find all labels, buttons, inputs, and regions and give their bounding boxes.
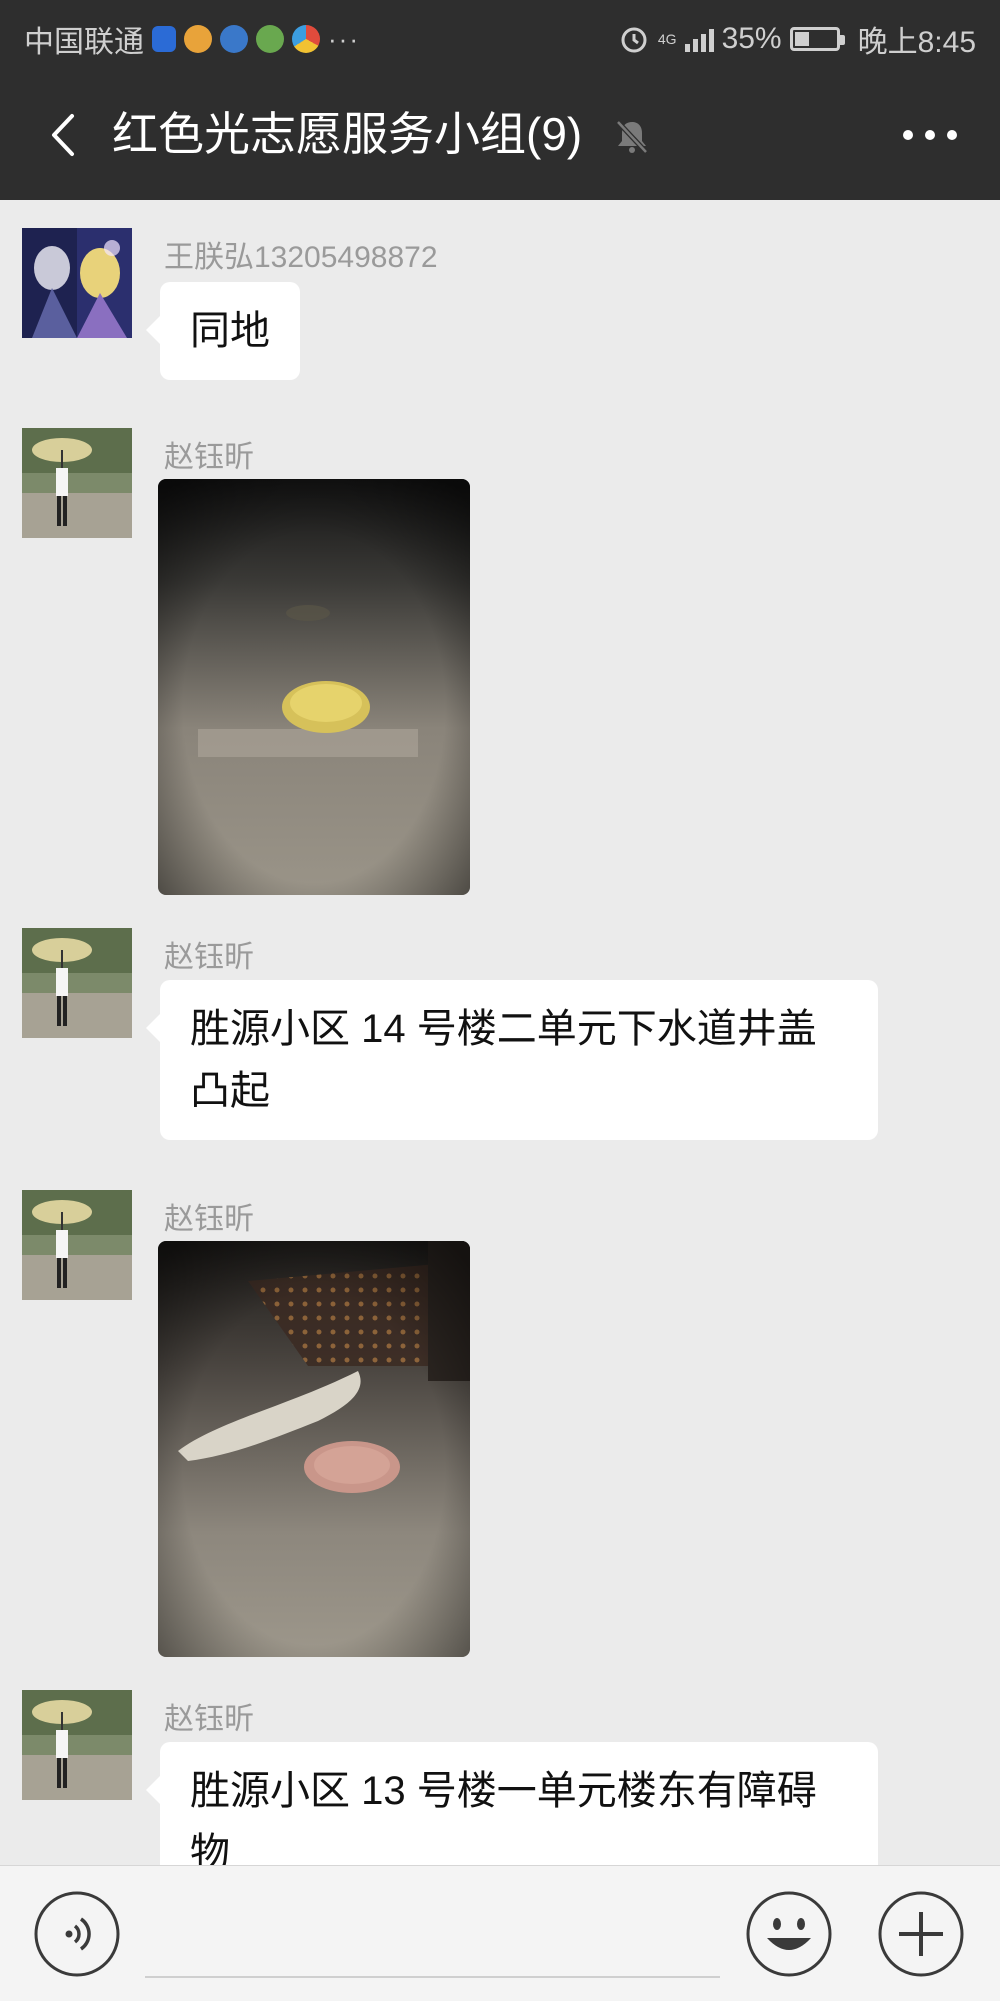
sender-name: 王朕弘13205498872 xyxy=(164,241,438,274)
text-message-bubble[interactable]: 胜源小区 14 号楼二单元下水道井盖凸起 xyxy=(146,980,878,1140)
avatar-umbrella-image xyxy=(22,928,132,1038)
avatar[interactable] xyxy=(22,228,132,338)
green-app-icon xyxy=(256,25,284,53)
chat-input-bar xyxy=(0,1865,1000,2001)
avatar[interactable] xyxy=(22,1690,132,1800)
battery-percent-label: 35% xyxy=(721,22,782,55)
sender-name: 赵钰昕 xyxy=(164,941,254,974)
chat-header: 红色光志愿服务小组(9) xyxy=(0,70,1000,200)
emoji-icon[interactable] xyxy=(745,1890,833,1978)
more-dots-icon[interactable] xyxy=(900,120,960,150)
chat-title: 红色光志愿服务小组(9) xyxy=(112,108,583,160)
avatar-umbrella-image xyxy=(22,1190,132,1300)
status-bar: 中国联通 ··· 4G 35% 晚上8:45 xyxy=(0,0,1000,70)
text-message-bubble[interactable]: 同地 xyxy=(146,282,300,380)
security-shield-icon xyxy=(152,26,176,52)
headset-app-icon xyxy=(220,25,248,53)
avatar[interactable] xyxy=(22,928,132,1038)
message-list: 王朕弘13205498872 同地 赵钰昕 赵钰昕 胜源小区 14 号楼二单元下… xyxy=(0,200,1000,1865)
image-message[interactable] xyxy=(158,1241,470,1657)
clock-label: 晚上8:45 xyxy=(857,26,976,59)
more-notifications-label: ··· xyxy=(328,23,360,54)
avatar[interactable] xyxy=(22,1190,132,1300)
battery-fill xyxy=(794,32,809,46)
battery-icon xyxy=(789,27,845,51)
avatar-umbrella-image xyxy=(22,428,132,538)
avatar[interactable] xyxy=(22,428,132,538)
carrier-label: 中国联通 xyxy=(24,26,144,59)
text-message-bubble[interactable]: 胜源小区 13 号楼一单元楼东有障碍物 xyxy=(146,1742,878,1865)
bell-muted-icon xyxy=(616,120,648,154)
sender-name: 赵钰昕 xyxy=(164,1203,254,1236)
sender-name: 赵钰昕 xyxy=(164,441,254,474)
signal-strength-icon xyxy=(684,26,714,52)
avatar-anime-image xyxy=(22,228,132,338)
obstacle-photo xyxy=(158,1241,470,1657)
sender-name: 赵钰昕 xyxy=(164,1703,254,1736)
manhole-photo xyxy=(158,479,470,895)
plus-icon[interactable] xyxy=(877,1890,965,1978)
network-type-label: 4G xyxy=(657,31,677,47)
alarm-icon xyxy=(621,27,647,53)
image-message[interactable] xyxy=(158,479,470,895)
voice-icon[interactable] xyxy=(33,1890,121,1978)
chevron-left-icon[interactable] xyxy=(40,110,90,160)
browser-app-icon xyxy=(292,25,320,53)
mail-app-icon xyxy=(184,25,212,53)
message-input[interactable] xyxy=(145,1976,720,1978)
avatar-umbrella-image xyxy=(22,1690,132,1800)
